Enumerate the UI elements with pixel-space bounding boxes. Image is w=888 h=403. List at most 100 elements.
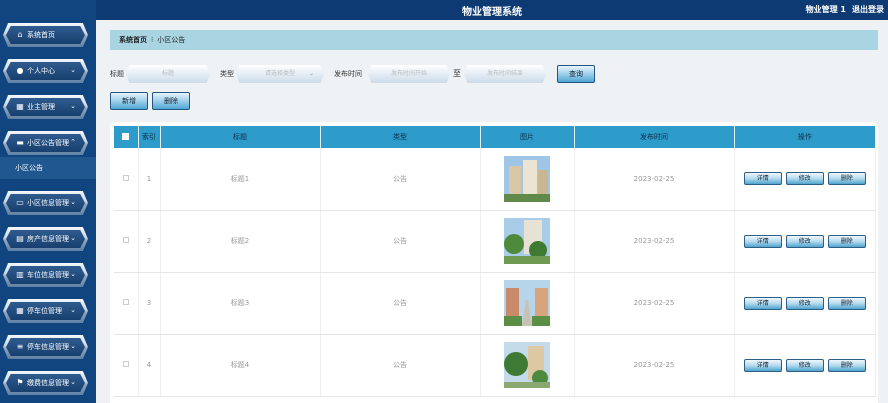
sidebar-item-label: 小区公告管理 <box>27 139 69 147</box>
row-checkbox[interactable] <box>122 361 129 367</box>
delete-button[interactable]: 删除 <box>827 234 866 248</box>
row-image-cell <box>480 148 575 211</box>
row-title: 标题1 <box>160 148 321 211</box>
row-index: 3 <box>138 272 161 335</box>
row-select-cell[interactable] <box>114 148 139 211</box>
sidebar-item-community[interactable]: ▭ 小区信息管理 ⌄ <box>3 191 88 215</box>
row-type: 公告 <box>320 334 481 397</box>
sidebar-item-payments[interactable]: ⚑ 缴费信息管理 ⌄ <box>3 371 88 395</box>
sidebar-item-property[interactable]: ▤ 房产信息管理 ⌄ <box>3 227 88 251</box>
row-actions: 详情 修改 删除 <box>734 272 876 335</box>
chevron-down-icon: ⌄ <box>70 102 76 110</box>
select-all-checkbox[interactable] <box>122 132 130 140</box>
header-actions: 操作 <box>734 126 876 148</box>
chevron-down-icon: ⌄ <box>308 70 314 77</box>
sidebar-item-profile[interactable]: ● 个人中心 ⌄ <box>3 59 88 83</box>
end-date-input[interactable]: 发布时间结束 <box>464 65 546 83</box>
sidebar-subitem-notices[interactable]: 小区公告 <box>0 157 96 179</box>
edit-button[interactable]: 修改 <box>785 296 824 310</box>
chevron-down-icon: ⌄ <box>70 198 76 206</box>
add-button[interactable]: 新增 <box>110 92 148 110</box>
table-card: 索引 标题 类型 图片 发布时间 操作 1 标题1 公告 2023-02-25 … <box>110 122 878 403</box>
sidebar-item-home[interactable]: ⌂ 系统首页 <box>3 23 88 47</box>
row-image-cell <box>480 210 575 273</box>
row-image-cell <box>480 272 575 335</box>
detail-button[interactable]: 详情 <box>743 172 782 186</box>
sidebar-item-label: 小区信息管理 <box>27 199 69 207</box>
logout-link[interactable]: 退出登录 <box>852 4 884 15</box>
delete-button[interactable]: 删除 <box>827 296 866 310</box>
header-title: 标题 <box>160 126 321 148</box>
row-checkbox[interactable] <box>122 237 129 243</box>
header-type: 类型 <box>320 126 481 148</box>
to-label: 至 <box>453 69 461 78</box>
detail-button[interactable]: 详情 <box>743 234 782 248</box>
edit-button[interactable]: 修改 <box>785 234 824 248</box>
select-all-header[interactable] <box>114 126 139 148</box>
detail-button[interactable]: 详情 <box>743 358 782 372</box>
table-row: 2 标题2 公告 2023-02-25 详情 修改 删除 <box>114 210 876 273</box>
row-select-cell[interactable] <box>114 272 139 335</box>
chevron-down-icon: ⌄ <box>70 66 76 74</box>
breadcrumb-home[interactable]: 系统首页 <box>119 36 147 44</box>
row-checkbox[interactable] <box>122 299 129 305</box>
breadcrumb: 系统首页 ⁝ 小区公告 <box>110 30 878 50</box>
flag-icon: ⚑ <box>16 378 24 387</box>
table-row: 4 标题4 公告 2023-02-25 详情 修改 删除 <box>114 334 876 397</box>
notice-image[interactable] <box>504 342 550 388</box>
notice-image[interactable] <box>504 155 550 202</box>
publish-time-label: 发布时间 <box>334 70 362 78</box>
sidebar-item-label: 系统首页 <box>27 31 55 39</box>
row-image-cell <box>480 334 575 397</box>
sidebar-item-parking-spaces[interactable]: ▦ 停车位管理 ⌄ <box>3 299 88 323</box>
sidebar-item-label: 停车位管理 <box>27 307 62 315</box>
delete-button[interactable]: 删除 <box>827 358 866 372</box>
header-index: 索引 <box>138 126 161 148</box>
type-select-placeholder: 请选择类型 <box>264 70 295 77</box>
detail-button[interactable]: 详情 <box>743 296 782 310</box>
table-header-row: 索引 标题 类型 图片 发布时间 操作 <box>114 126 876 148</box>
delete-button[interactable]: 删除 <box>827 172 866 186</box>
title-label: 标题 <box>110 70 124 78</box>
row-type: 公告 <box>320 272 481 335</box>
document-icon: ▥ <box>16 270 24 279</box>
row-publish-time: 2023-02-25 <box>574 210 735 273</box>
app-title: 物业管理系统 <box>462 7 522 18</box>
sidebar-item-owners[interactable]: ▦ 业主管理 ⌄ <box>3 95 88 119</box>
sidebar-item-label: 停车信息管理 <box>27 343 69 351</box>
row-checkbox[interactable] <box>122 174 129 181</box>
sidebar-item-label: 个人中心 <box>27 67 55 75</box>
row-select-cell[interactable] <box>114 334 139 397</box>
row-publish-time: 2023-02-25 <box>574 334 735 397</box>
search-bar: 标题 标题 类型 请选择类型 ⌄ 发布时间 发布时间开始 至 发布时间结束 查询 <box>110 64 880 84</box>
row-index: 2 <box>138 210 161 273</box>
user-icon: ● <box>16 66 24 75</box>
start-date-input[interactable]: 发布时间开始 <box>368 65 450 83</box>
type-select[interactable]: 请选择类型 ⌄ <box>236 65 324 83</box>
type-label: 类型 <box>220 70 234 78</box>
edit-button[interactable]: 修改 <box>785 358 824 372</box>
query-button[interactable]: 查询 <box>557 65 595 83</box>
row-type: 公告 <box>320 210 481 273</box>
chevron-down-icon: ⌄ <box>70 234 76 242</box>
sidebar-item-parking-info[interactable]: ▥ 车位信息管理 ⌄ <box>3 263 88 287</box>
row-title: 标题2 <box>160 210 321 273</box>
sidebar-item-notices[interactable]: ▬ 小区公告管理 ⌃ <box>3 131 88 155</box>
main-content: 系统首页 ⁝ 小区公告 标题 标题 类型 请选择类型 ⌄ 发布时间 发布时间开始 至 … <box>96 20 888 403</box>
notice-image[interactable] <box>504 218 550 264</box>
grid-icon: ▦ <box>16 102 24 111</box>
batch-delete-button[interactable]: 删除 <box>152 92 190 110</box>
edit-button[interactable]: 修改 <box>785 172 824 186</box>
row-actions: 详情 修改 删除 <box>734 148 876 211</box>
row-actions: 详情 修改 删除 <box>734 334 876 397</box>
top-bar: 物业管理系统 物业管理 1 退出登录 <box>96 0 888 20</box>
row-title: 标题3 <box>160 272 321 335</box>
table-row: 3 标题3 公告 2023-02-25 详情 修改 删除 <box>114 272 876 335</box>
notice-image[interactable] <box>504 280 550 326</box>
sidebar-item-parking-records[interactable]: ≡ 停车信息管理 ⌄ <box>3 335 88 359</box>
grid-icon: ▦ <box>16 306 24 315</box>
list-icon: ≡ <box>16 342 24 351</box>
title-input[interactable]: 标题 <box>126 65 210 83</box>
row-select-cell[interactable] <box>114 210 139 273</box>
breadcrumb-current: 小区公告 <box>157 36 186 44</box>
